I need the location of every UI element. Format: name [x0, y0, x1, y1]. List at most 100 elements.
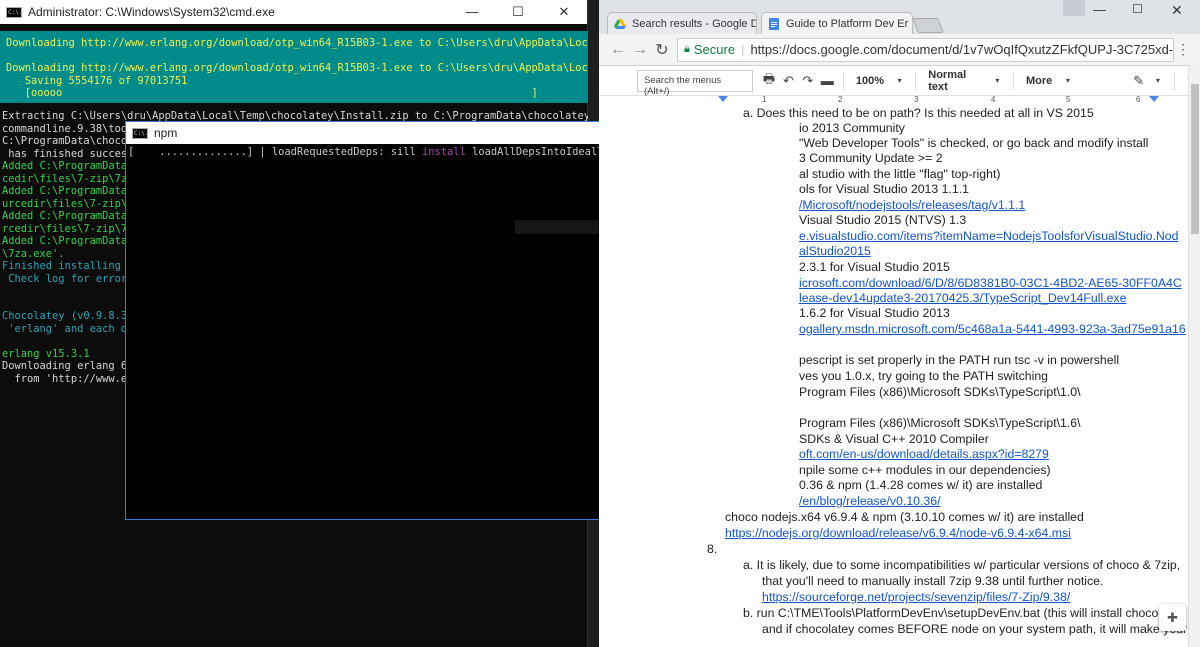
chevron-down-icon[interactable]: ▾ — [1058, 76, 1077, 85]
divider — [915, 71, 917, 90]
secure-label: Secure — [693, 42, 736, 57]
progress-line: Downloading http://www.erlang.org/downlo… — [6, 37, 588, 49]
doc-line: a. Does this need to be on path? Is this… — [743, 106, 1094, 120]
close-button[interactable]: ✕ — [541, 0, 587, 24]
zoom-select[interactable]: 100% — [850, 75, 890, 87]
doc-line: 0.36 & npm (1.4.28 comes w/ it) are inst… — [799, 478, 1043, 492]
tab-guide-doc[interactable]: Guide to Platform Dev Er × — [761, 12, 913, 34]
doc-link[interactable]: icrosoft.com/download/6/D/8/6D8381B0-03C… — [799, 276, 1182, 290]
scrollbar-thumb[interactable] — [1191, 84, 1199, 234]
address-bar-row: ← → ↻ 🔒︎ Secure | https://docs.google.co… — [599, 34, 1200, 66]
google-docs-icon — [768, 17, 780, 30]
minimize-button[interactable]: — — [449, 0, 495, 24]
forward-icon[interactable]: → — [629, 41, 651, 59]
reload-icon[interactable]: ↻ — [651, 40, 673, 60]
separator: | — [741, 42, 745, 57]
npm-line-prefix: [ ..............] | loadRequestedDeps: s… — [128, 146, 423, 158]
menu-search-input[interactable]: Search the menus (Alt+/) — [637, 69, 754, 97]
npm-line-highlight: install — [422, 146, 466, 158]
doc-line: "Web Developer Tools" is checked, or go … — [799, 136, 1149, 150]
maximize-button[interactable]: ☐ — [1132, 2, 1143, 16]
maximize-button[interactable]: ☐ — [495, 0, 541, 24]
indent-marker[interactable] — [1149, 96, 1159, 102]
doc-link[interactable]: https://nodejs.org/download/release/v6.9… — [725, 526, 1071, 540]
tab-strip: Search results - Google D × Guide to Pla… — [599, 0, 1200, 34]
ruler-number: 3 — [914, 95, 919, 104]
style-select[interactable]: Normal text — [922, 69, 987, 93]
ruler[interactable]: 1 2 3 4 5 6 — [599, 95, 1200, 106]
back-icon[interactable]: ← — [607, 41, 629, 59]
doc-link[interactable]: /en/blog/release/v0.10.36/ — [799, 494, 941, 508]
more-button[interactable]: More — [1020, 75, 1058, 87]
doc-link[interactable]: /Microsoft/nodejstools/releases/tag/v1.1… — [799, 198, 1025, 212]
doc-line: npile some c++ modules in our dependenci… — [799, 463, 1051, 477]
doc-line: 2.3.1 for Visual Studio 2015 — [799, 260, 950, 274]
paint-format-icon[interactable]: ▬ — [818, 73, 837, 88]
npm-progress-line: [ ..............] | loadRequestedDeps: s… — [128, 146, 622, 159]
tab-label: Search results - Google D — [632, 17, 757, 30]
doc-line: SDKs & Visual C++ 2010 Compiler — [799, 432, 989, 446]
document-page[interactable]: a. Does this need to be on path? Is this… — [599, 106, 1188, 647]
doc-line: pescript is set properly in the PATH run… — [799, 353, 1120, 367]
doc-link[interactable]: ogallery.msdn.microsoft.com/5c468a1a-544… — [799, 322, 1186, 336]
doc-line: b. run C:\TME\Tools\PlatformDevEnv\setup… — [743, 606, 1185, 620]
cmd-title: Administrator: C:\Windows\System32\cmd.e… — [28, 5, 275, 19]
google-drive-icon — [614, 18, 626, 30]
minimize-button[interactable]: — — [1093, 2, 1106, 17]
chevron-down-icon[interactable]: ▾ — [890, 76, 909, 85]
doc-line: choco nodejs.x64 v6.9.4 & npm (3.10.10 c… — [725, 510, 1084, 524]
chevron-down-icon[interactable]: ▾ — [988, 76, 1007, 85]
ruler-number: 5 — [1066, 95, 1071, 104]
tab-search-results[interactable]: Search results - Google D × — [607, 12, 757, 34]
doc-line: 1.6.2 for Visual Studio 2013 — [799, 306, 950, 320]
cmd-titlebar[interactable]: C:\. Administrator: C:\Windows\System32\… — [0, 0, 587, 24]
lock-icon: 🔒︎ — [684, 43, 690, 55]
docs-toolbar: Search the menus (Alt+/) 🖶︎ ↶ ↷ ▬ 100% ▾… — [599, 66, 1200, 97]
divider — [1173, 71, 1175, 90]
undo-icon[interactable]: ↶ — [779, 73, 798, 89]
chrome-menu-icon[interactable]: ⋮ — [1174, 41, 1192, 58]
doc-line: ols for Visual Studio 2013 1.1.1 — [799, 182, 969, 196]
doc-line: Visual Studio 2015 (NTVS) 1.3 — [799, 213, 967, 227]
doc-line: and if chocolatey comes BEFORE node on y… — [762, 622, 1188, 636]
doc-line: that you'll need to manually install 7zi… — [762, 574, 1104, 588]
chevron-down-icon[interactable]: ▾ — [1148, 76, 1167, 85]
print-icon[interactable]: 🖶︎ — [759, 70, 778, 92]
redo-icon[interactable]: ↷ — [798, 73, 817, 89]
doc-link[interactable]: https://sourceforge.net/projects/sevenzi… — [762, 590, 1070, 604]
ruler-number: 1 — [762, 95, 767, 104]
progress-line: Downloading http://www.erlang.org/downlo… — [6, 62, 588, 74]
doc-line: al studio with the little "flag" top-rig… — [799, 167, 1001, 181]
progress-line — [6, 50, 588, 63]
doc-line: ves you 1.0.x, try going to the PATH swi… — [799, 369, 1049, 383]
doc-link[interactable]: alStudio2015 — [799, 244, 871, 258]
doc-line: io 2013 Community — [799, 121, 905, 135]
close-button[interactable]: ✕ — [1171, 2, 1183, 19]
ruler-number: 4 — [991, 95, 996, 104]
ruler-number: 6 — [1136, 95, 1141, 104]
doc-line: Program Files (x86)\Microsoft SDKs\TypeS… — [799, 385, 1081, 399]
doc-link[interactable]: lease-dev14update3-20170425.3/TypeScript… — [799, 291, 1126, 305]
chrome-window[interactable]: Search results - Google D × Guide to Pla… — [599, 0, 1200, 647]
profile-button[interactable] — [1063, 0, 1085, 16]
scrollbar[interactable] — [1188, 64, 1200, 647]
doc-line: a. It is likely, due to some incompatibi… — [743, 558, 1181, 572]
url-text: https://docs.google.com/document/d/1v7wO… — [750, 42, 1174, 57]
address-bar[interactable]: 🔒︎ Secure | https://docs.google.com/docu… — [677, 37, 1174, 62]
doc-link[interactable]: e.visualstudio.com/items?itemName=Nodejs… — [799, 229, 1178, 243]
console-icon: C:\. — [132, 127, 149, 139]
new-tab-button[interactable] — [912, 18, 944, 33]
progress-line: Saving 5554176 of 97013751 — [6, 74, 188, 87]
download-progress-panel: Downloading http://www.erlang.org/downlo… — [0, 31, 588, 103]
divider — [1013, 71, 1014, 90]
progress-line: [ooooo ] — [6, 87, 538, 99]
ruler-number: 2 — [838, 95, 843, 104]
indent-marker[interactable] — [718, 96, 728, 102]
explore-icon[interactable]: ✚ — [1159, 604, 1186, 631]
console-icon: C:\. — [6, 6, 23, 18]
pencil-icon[interactable]: ✎ — [1129, 73, 1148, 89]
doc-line: 8. — [707, 542, 718, 556]
doc-link[interactable]: oft.com/en-us/download/details.aspx?id=8… — [799, 447, 1049, 461]
doc-line: Program Files (x86)\Microsoft SDKs\TypeS… — [799, 416, 1081, 430]
tab-label: Guide to Platform Dev Er — [786, 17, 909, 30]
